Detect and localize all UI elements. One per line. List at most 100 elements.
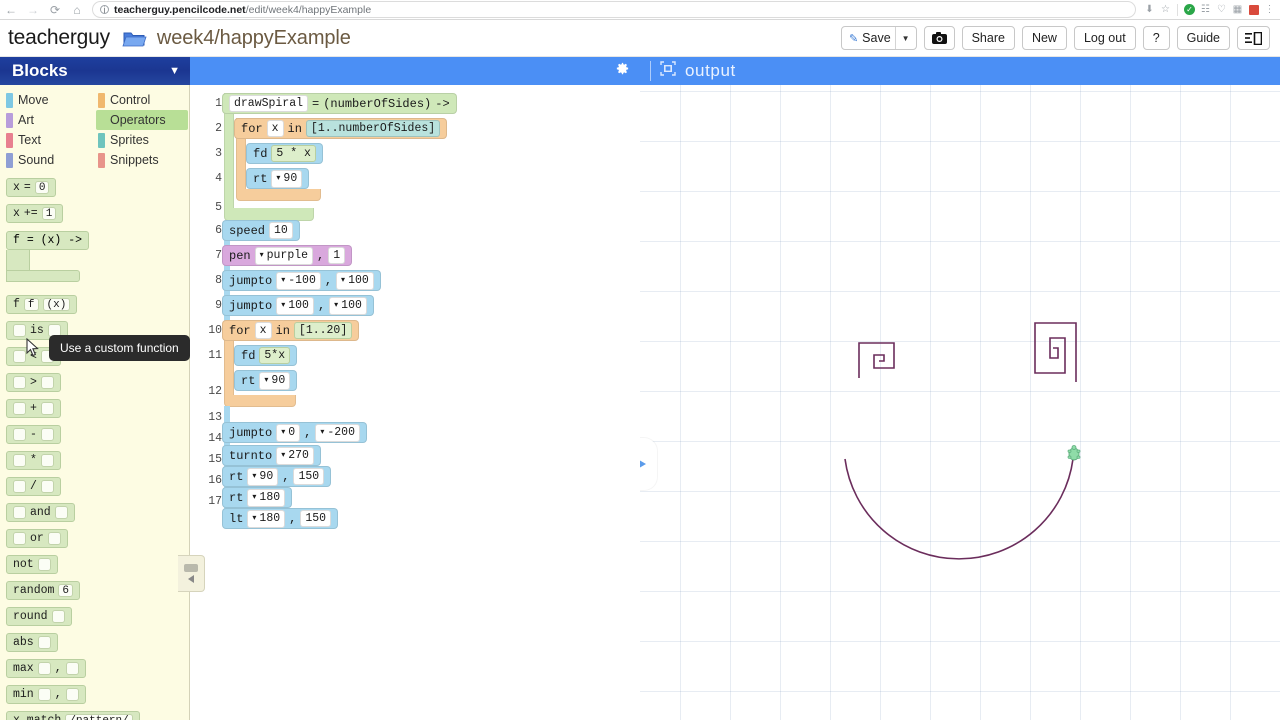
for-loop-block[interactable]: for x in [1..20] — [222, 320, 360, 341]
category-snippets[interactable]: Snippets — [96, 150, 188, 170]
block-slot[interactable]: 0 — [34, 181, 50, 194]
guide-button[interactable]: Guide — [1176, 26, 1230, 50]
block-slot[interactable] — [37, 636, 51, 649]
kebab-menu-icon[interactable]: ⋮ — [1262, 3, 1277, 16]
palette-block-divide[interactable]: / — [6, 477, 61, 496]
left-turn-block[interactable]: lt 180 , 150 — [222, 508, 339, 529]
star-icon[interactable]: ☆ — [1158, 3, 1173, 16]
block-slot[interactable]: 1 — [41, 207, 57, 220]
category-control[interactable]: Control — [96, 90, 188, 110]
for-loop-block[interactable]: for x in [1..numberOfSides] — [234, 118, 448, 139]
download-icon[interactable]: ⬇ — [1142, 3, 1157, 16]
palette-block-increment[interactable]: x += 1 — [6, 204, 64, 223]
x-field[interactable]: -100 — [276, 271, 321, 290]
address-bar[interactable]: i teacherguy.pencilcode.net/edit/week4/h… — [92, 1, 1136, 18]
red-extension-icon[interactable] — [1246, 3, 1261, 16]
code-line-12[interactable]: jumpto 0 , -200 — [222, 420, 640, 445]
reload-icon[interactable]: ⟳ — [44, 0, 66, 20]
palette-block-greater-than[interactable]: > — [6, 373, 61, 392]
block-slot[interactable] — [13, 350, 26, 363]
home-icon[interactable]: ⌂ — [66, 0, 88, 20]
palette-block-plus[interactable]: + — [6, 399, 61, 418]
jumpto-block[interactable]: jumpto 100 , 100 — [222, 295, 374, 316]
block-slot[interactable] — [13, 376, 26, 389]
block-slot[interactable] — [13, 402, 26, 415]
panel-layout-button[interactable] — [1237, 26, 1270, 50]
right-turn-block[interactable]: rt 180 — [222, 487, 293, 508]
code-line-9[interactable]: for x in [1..20] — [222, 318, 640, 343]
range-field[interactable]: [1..20] — [293, 322, 353, 339]
range-field[interactable]: [1..numberOfSides] — [305, 120, 441, 137]
angle-field[interactable]: 90 — [271, 169, 303, 188]
block-slot[interactable] — [37, 558, 51, 571]
distance-field[interactable]: 5*x — [259, 347, 291, 364]
palette-block-function-call[interactable]: f f (x) — [6, 295, 78, 314]
block-slot[interactable] — [13, 480, 26, 493]
palette-block-function-definition[interactable]: f = (x) -> — [6, 230, 96, 282]
folder-icon[interactable] — [122, 28, 147, 49]
angle-field[interactable]: 90 — [247, 467, 279, 486]
turnto-block[interactable]: turnto 270 — [222, 445, 321, 466]
help-button[interactable]: ? — [1142, 26, 1170, 50]
gear-icon[interactable] — [615, 61, 630, 81]
function-definition-block[interactable]: drawSpiral = (numberOfSides) -> — [222, 93, 457, 114]
brand-username[interactable]: teacherguy — [8, 26, 110, 50]
heart-icon[interactable]: ♡ — [1214, 3, 1229, 16]
block-slot[interactable] — [40, 376, 54, 389]
screen-icon[interactable] — [660, 61, 676, 81]
y-field[interactable]: 100 — [336, 271, 374, 290]
category-sprites[interactable]: Sprites — [96, 130, 188, 150]
x-field[interactable]: 100 — [276, 296, 314, 315]
code-line-5[interactable]: speed 10 — [222, 218, 640, 243]
y-field[interactable]: 100 — [329, 296, 367, 315]
loop-var-field[interactable]: x — [266, 120, 284, 137]
caret-down-icon[interactable]: ▼ — [169, 65, 180, 77]
speed-field[interactable]: 10 — [269, 222, 293, 239]
x-field[interactable]: 0 — [276, 423, 301, 442]
code-line-2[interactable]: for x in [1..numberOfSides] — [234, 116, 640, 141]
pen-block[interactable]: pen purple , 1 — [222, 245, 353, 266]
palette-block-not[interactable]: not — [6, 555, 58, 574]
share-button[interactable]: Share — [961, 26, 1015, 50]
function-name-field[interactable]: drawSpiral — [229, 95, 309, 112]
palette-block-and[interactable]: and — [6, 503, 75, 522]
block-slot[interactable] — [13, 324, 26, 337]
palette-block-match[interactable]: x.match/pattern/ — [6, 711, 140, 720]
radius-field[interactable]: 150 — [293, 468, 325, 485]
code-line-6[interactable]: pen purple , 1 — [222, 243, 640, 268]
block-slot[interactable] — [37, 662, 51, 675]
palette-block-or[interactable]: or — [6, 529, 68, 548]
right-turn-block[interactable]: rt 90 , 150 — [222, 466, 332, 487]
category-text[interactable]: Text — [4, 130, 96, 150]
chevron-down-icon[interactable]: ▼ — [894, 27, 916, 49]
collapse-panel-icon[interactable] — [178, 555, 205, 592]
block-slot[interactable] — [13, 506, 26, 519]
loop-var-field[interactable]: x — [254, 322, 272, 339]
angle-field[interactable]: 180 — [247, 509, 286, 528]
right-turn-block[interactable]: rt 90 — [246, 168, 310, 189]
category-operators[interactable]: Operators — [96, 110, 188, 130]
palette-block-round[interactable]: round — [6, 607, 72, 626]
block-slot[interactable] — [51, 610, 65, 623]
block-slot[interactable] — [13, 428, 26, 441]
code-line-13[interactable]: turnto 270 — [222, 445, 640, 466]
logout-button[interactable]: Log out — [1073, 26, 1136, 50]
radius-field[interactable]: 150 — [300, 510, 332, 527]
angle-field[interactable]: 270 — [276, 446, 314, 465]
code-line-10[interactable]: fd 5*x — [234, 343, 640, 368]
distance-field[interactable]: 5 * x — [271, 145, 316, 162]
block-slot[interactable] — [13, 454, 26, 467]
pen-width-field[interactable]: 1 — [328, 247, 346, 264]
code-line-8[interactable]: jumpto 100 , 100 — [222, 293, 640, 318]
block-slot[interactable]: (x) — [42, 298, 71, 311]
info-icon[interactable]: i — [100, 5, 109, 15]
block-slot[interactable] — [40, 402, 54, 415]
forward-arrow-icon[interactable]: → — [22, 0, 44, 20]
block-slot[interactable]: f — [23, 298, 39, 311]
right-turn-block[interactable]: rt 90 — [234, 370, 298, 391]
code-line-4[interactable]: rt 90 — [246, 166, 640, 191]
category-move[interactable]: Move — [4, 90, 96, 110]
code-line-15[interactable]: rt 180 — [222, 487, 640, 508]
palette-block-multiply[interactable]: * — [6, 451, 61, 470]
angle-field[interactable]: 90 — [259, 371, 291, 390]
